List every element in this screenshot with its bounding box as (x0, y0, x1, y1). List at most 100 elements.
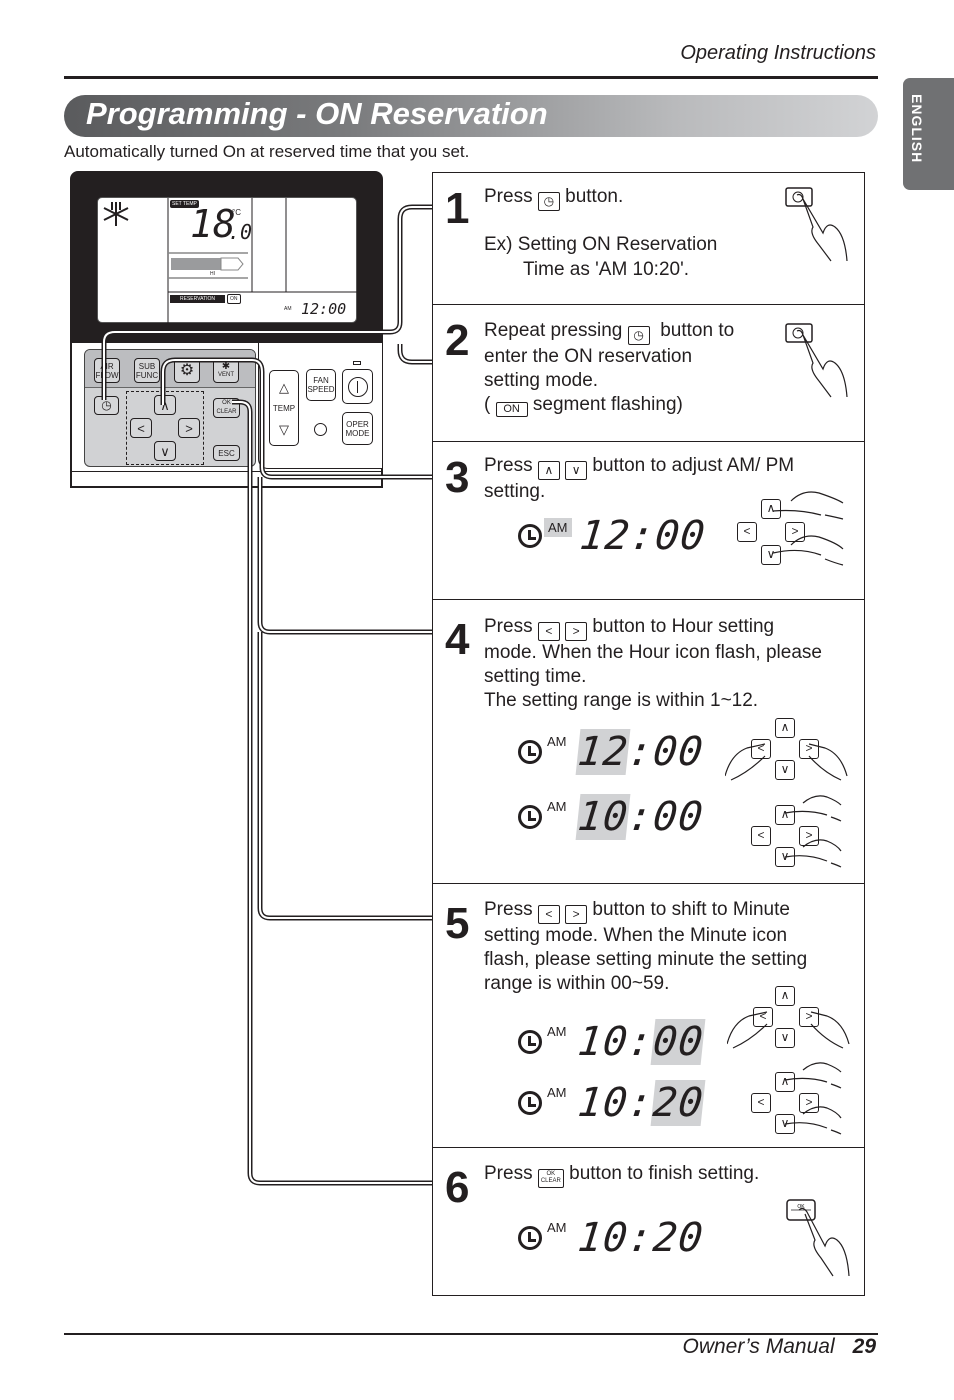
time-display: AM 12:00 (518, 513, 708, 559)
ampm-indicator: AM (547, 1085, 567, 1100)
remote-display-housing: SET TEMP 18 .0 °C HI RESERVATION ON AM 1… (70, 171, 383, 343)
hands-icon (725, 743, 848, 781)
down-button[interactable]: ∨ (154, 441, 176, 461)
hour-digits: 12 (575, 729, 631, 775)
lcd-temperature-decimal: .0 (228, 220, 253, 244)
left-key-icon: < (751, 1093, 771, 1113)
clock-icon (518, 1226, 542, 1250)
clock-icon: ◷ (101, 398, 112, 412)
step-number: 2 (445, 316, 470, 365)
ok-clear-button[interactable]: OK CLEAR (213, 398, 240, 418)
temp-label: TEMP (272, 403, 296, 413)
lcd-on-badge: ON (227, 294, 241, 304)
page-number: 29 (852, 1335, 876, 1358)
reservation-button[interactable]: ◷ (94, 396, 119, 415)
left-button[interactable]: < (130, 418, 152, 438)
time-display: AM 10:20 (518, 1080, 706, 1126)
right-button-icon: > (565, 905, 588, 924)
indicator-light (314, 423, 327, 436)
fan-speed-bar (171, 257, 244, 271)
right-button-icon: > (565, 622, 588, 641)
step-number: 1 (445, 184, 470, 233)
left-key-icon: < (751, 826, 771, 846)
lcd-unit: °C (232, 208, 241, 217)
hands-icon (784, 1062, 842, 1135)
reservation-label: RESERVATION (170, 295, 226, 303)
main-control-panel: △ TEMP ▽ FAN SPEED OPER MODE (258, 343, 383, 469)
gear-icon: ⚙ (179, 362, 195, 379)
sub-func-button[interactable]: SUB FUNC (134, 358, 160, 383)
lcd-display: SET TEMP 18 .0 °C HI RESERVATION ON AM 1… (97, 197, 358, 324)
step-5: 5 Press < > button to shift to Minute se… (433, 884, 864, 1148)
right-button[interactable]: > (178, 418, 200, 438)
header-rule (64, 76, 878, 79)
step-instruction: Press OK CLEAR button to finish setting. (484, 1162, 759, 1188)
ampm-indicator: AM (544, 518, 572, 537)
step-instruction: Repeat pressing ◷ button to enter the ON… (484, 320, 735, 417)
vent-icon: ✱ (221, 360, 231, 372)
time-display: AM 10:00 (518, 794, 706, 840)
clock-button-icon: ◷ (627, 326, 650, 345)
step-example-time: Time as 'AM 10:20'. (523, 259, 689, 280)
remote-controller: SET TEMP 18 .0 °C HI RESERVATION ON AM 1… (70, 171, 383, 488)
temp-down-icon: ▽ (279, 421, 289, 437)
temp-up-icon: △ (279, 379, 289, 395)
hands-icon (784, 795, 842, 868)
temp-button[interactable]: △ TEMP ▽ (269, 370, 299, 446)
page-subtitle: Automatically turned On at reserved time… (64, 142, 470, 161)
step-number: 4 (445, 615, 470, 664)
step-example: Ex) Setting ON Reservation (484, 234, 718, 255)
hour-digits: 10 (575, 794, 631, 840)
direction-pad-up-down: ∧ < > ∨ (751, 795, 861, 895)
oper-mode-button[interactable]: OPER MODE (342, 412, 373, 445)
lcd-time: 12:00 (301, 300, 347, 318)
on-segment-badge: ON (495, 402, 528, 417)
vent-button[interactable]: ✱ VENT (213, 358, 239, 383)
steps-panel: 1 Press ◷ button. Ex) Setting ON Reserva… (432, 172, 865, 1296)
step-instruction: Press < > button to shift to Minute sett… (484, 899, 808, 994)
air-flow-button[interactable]: AIR FLOW (94, 358, 120, 383)
step-number: 3 (445, 453, 470, 502)
minute-digits: 20 (650, 1080, 706, 1126)
manual-name: Owner’s Manual (682, 1335, 835, 1358)
left-key-icon: < (737, 522, 757, 542)
language-tab: ENGLISH (903, 78, 954, 190)
step-number: 5 (445, 899, 470, 948)
remote-button-area: AIR FLOW SUB FUNC ⚙ ✱ VENT ◷ ∧ < > ∨ OK CLEA… (70, 343, 383, 488)
hand-press-clock-icon (785, 187, 848, 262)
function-panel: AIR FLOW SUB FUNC ⚙ ✱ VENT ◷ ∧ < > ∨ OK CLEA… (84, 349, 256, 467)
step-3: 3 Press ∧ ∨ button to adjust AM/ PM sett… (433, 442, 864, 600)
step-2: 2 Repeat pressing ◷ button to enter the … (433, 305, 864, 442)
clock-button-icon: ◷ (537, 192, 560, 211)
clock-icon (518, 805, 542, 829)
ok-clear-button-icon: OK CLEAR (537, 1169, 564, 1188)
page-title: Programming - ON Reservation (86, 96, 548, 131)
clock-icon (518, 1030, 542, 1054)
up-button-icon: ∧ (537, 461, 560, 480)
esc-button[interactable]: ESC (213, 445, 240, 461)
hand-press-ok-icon: OK (786, 1199, 850, 1277)
fan-level-label: HI (210, 271, 215, 277)
footer: Owner’s Manual 29 (683, 1335, 877, 1359)
hands-icon (772, 491, 844, 566)
left-button-icon: < (537, 622, 560, 641)
step-instruction: Press < > button to Hour setting mode. W… (484, 616, 822, 711)
time-digits: 10:20 (575, 1215, 706, 1261)
power-button[interactable] (342, 369, 373, 404)
up-button[interactable]: ∧ (154, 395, 176, 415)
time-display: AM 10:20 (518, 1215, 706, 1261)
fan-speed-button[interactable]: FAN SPEED (306, 369, 336, 401)
step-1: 1 Press ◷ button. Ex) Setting ON Reserva… (433, 173, 864, 305)
minute-digits: 00 (650, 1019, 706, 1065)
time-display: AM 12:00 (518, 729, 705, 775)
remote-base (72, 471, 383, 483)
time-display: AM 10:00 (518, 1019, 706, 1065)
page-banner: Programming - ON Reservation (64, 95, 878, 137)
step-number: 6 (445, 1163, 470, 1212)
settings-button[interactable]: ⚙ (174, 358, 200, 383)
time-digits: 12:00 (577, 513, 708, 559)
snowflake-cool-icon (103, 202, 129, 226)
hour-digits: 10 (575, 1080, 631, 1126)
minute-digits: 00 (650, 794, 706, 840)
ampm-indicator: AM (547, 799, 567, 814)
